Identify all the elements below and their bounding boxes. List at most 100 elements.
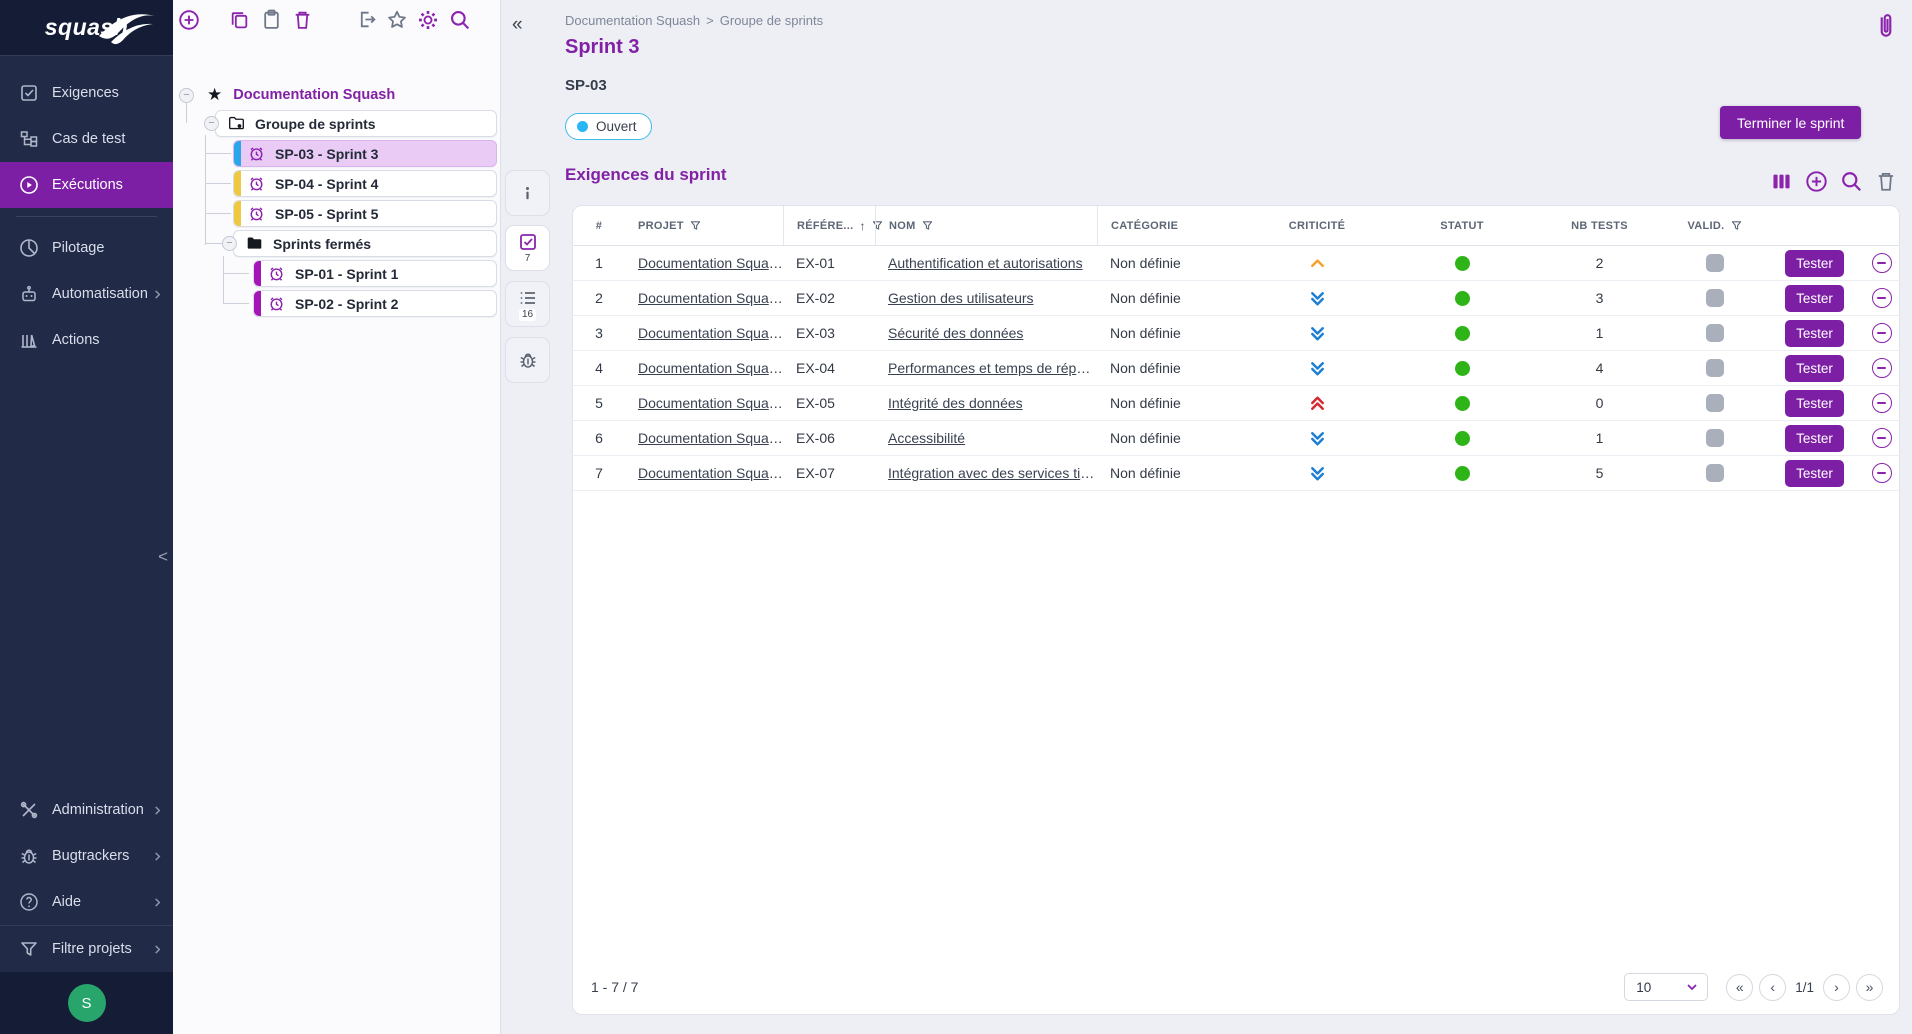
sidebar-item-bugtrackers[interactable]: Bugtrackers bbox=[0, 833, 173, 879]
sidebar-item-automatisation[interactable]: Automatisation bbox=[0, 271, 173, 317]
avatar[interactable]: S bbox=[68, 984, 106, 1022]
add-button[interactable] bbox=[178, 9, 202, 33]
sidebar-item-pilotage[interactable]: Pilotage bbox=[0, 225, 173, 271]
column-header-nom[interactable]: NOM bbox=[875, 206, 1097, 245]
tree-item-sprints-ferm-s[interactable]: Sprints fermés bbox=[233, 230, 497, 257]
remove-row-icon[interactable] bbox=[1872, 393, 1892, 413]
copy-button[interactable] bbox=[229, 9, 253, 33]
tree-item-groupe-de-sprints[interactable]: Groupe de sprints bbox=[215, 110, 497, 137]
tester-button[interactable]: Tester bbox=[1785, 285, 1844, 312]
project-link[interactable]: Documentation Squash bbox=[638, 395, 783, 411]
column-header-catgorie[interactable]: CATÉGORIE bbox=[1097, 206, 1247, 245]
sidebar-item-exigences[interactable]: Exigences bbox=[0, 70, 173, 116]
tester-button[interactable]: Tester bbox=[1785, 320, 1844, 347]
anchor-requirements-check-button[interactable]: 7 bbox=[505, 225, 550, 271]
requirement-link[interactable]: Accessibilité bbox=[888, 430, 965, 446]
settings-button[interactable] bbox=[417, 9, 441, 33]
filter-icon[interactable] bbox=[690, 220, 701, 231]
anchor-bug-button[interactable] bbox=[505, 337, 550, 383]
column-header-rfre[interactable]: RÉFÉRE...↑ bbox=[783, 206, 875, 245]
delete-button[interactable] bbox=[292, 9, 316, 33]
tree-item-sp-01-sprint-1[interactable]: SP-01 - Sprint 1 bbox=[253, 260, 497, 287]
requirement-link[interactable]: Sécurité des données bbox=[888, 325, 1023, 341]
finish-sprint-button[interactable]: Terminer le sprint bbox=[1720, 106, 1861, 139]
sidebar-item-administration[interactable]: Administration bbox=[0, 787, 173, 833]
favorite-button[interactable] bbox=[386, 9, 410, 33]
tree-item-sp-04-sprint-4[interactable]: SP-04 - Sprint 4 bbox=[233, 170, 497, 197]
column-header-statut[interactable]: STATUT bbox=[1387, 206, 1537, 245]
project-link[interactable]: Documentation Squash bbox=[638, 255, 783, 271]
tester-button[interactable]: Tester bbox=[1785, 460, 1844, 487]
tester-button[interactable]: Tester bbox=[1785, 425, 1844, 452]
column-header-#[interactable]: # bbox=[573, 206, 625, 245]
filter-icon[interactable] bbox=[922, 220, 933, 231]
project-link[interactable]: Documentation Squash bbox=[638, 430, 783, 446]
sort-asc-icon[interactable]: ↑ bbox=[860, 219, 866, 233]
filter-icon[interactable] bbox=[1731, 220, 1742, 231]
project-link[interactable]: Documentation Squash bbox=[638, 290, 783, 306]
breadcrumb-group[interactable]: Groupe de sprints bbox=[720, 13, 823, 28]
collapse-node-icon[interactable]: − bbox=[204, 116, 219, 131]
requirement-link[interactable]: Authentification et autorisations bbox=[888, 255, 1083, 271]
column-header-valid[interactable]: VALID. bbox=[1662, 206, 1767, 245]
anchor-list-button[interactable]: 16 bbox=[505, 281, 550, 327]
validation-badge[interactable] bbox=[1706, 324, 1724, 342]
tester-button[interactable]: Tester bbox=[1785, 250, 1844, 277]
status-chip[interactable]: Ouvert bbox=[565, 113, 652, 140]
sidebar-item-aide[interactable]: Aide bbox=[0, 879, 173, 925]
validation-badge[interactable] bbox=[1706, 429, 1724, 447]
add-requirement-icon[interactable] bbox=[1805, 170, 1828, 193]
delete-table-icon[interactable] bbox=[1875, 170, 1898, 193]
collapse-panel-icon[interactable]: « bbox=[512, 14, 523, 36]
attachment-icon[interactable] bbox=[1874, 11, 1898, 41]
validation-badge[interactable] bbox=[1706, 359, 1724, 377]
tree-item-sp-03-sprint-3[interactable]: SP-03 - Sprint 3 bbox=[233, 140, 497, 167]
tree-item-sp-05-sprint-5[interactable]: SP-05 - Sprint 5 bbox=[233, 200, 497, 227]
prev-page-button[interactable]: ‹ bbox=[1759, 974, 1786, 1001]
breadcrumb-project[interactable]: Documentation Squash bbox=[565, 13, 700, 28]
last-page-button[interactable]: » bbox=[1856, 974, 1883, 1001]
first-page-button[interactable]: « bbox=[1726, 974, 1753, 1001]
export-button[interactable] bbox=[356, 9, 380, 33]
search-tree-button[interactable] bbox=[449, 9, 473, 33]
remove-row-icon[interactable] bbox=[1872, 253, 1892, 273]
collapse-root-icon[interactable]: − bbox=[179, 88, 194, 103]
sidebar-collapse-icon[interactable]: < bbox=[158, 548, 168, 565]
tester-button[interactable]: Tester bbox=[1785, 390, 1844, 417]
validation-badge[interactable] bbox=[1706, 254, 1724, 272]
remove-row-icon[interactable] bbox=[1872, 463, 1892, 483]
tree-root-label[interactable]: Documentation Squash bbox=[233, 87, 395, 103]
column-header-criticit[interactable]: CRITICITÉ bbox=[1247, 206, 1387, 245]
page-size-select[interactable]: 10 bbox=[1624, 973, 1708, 1001]
sidebar-item-cas-de-test[interactable]: Cas de test bbox=[0, 116, 173, 162]
requirement-link[interactable]: Gestion des utilisateurs bbox=[888, 290, 1034, 306]
sidebar-item-actions[interactable]: Actions bbox=[0, 317, 173, 363]
sidebar-item-ex-cutions[interactable]: Exécutions bbox=[0, 162, 173, 208]
anchor-info-button[interactable] bbox=[505, 170, 550, 216]
project-link[interactable]: Documentation Squash bbox=[638, 325, 783, 341]
requirement-link[interactable]: Intégrité des données bbox=[888, 395, 1023, 411]
sidebar-item-filtre-projets[interactable]: Filtre projets bbox=[0, 926, 173, 972]
tester-button[interactable]: Tester bbox=[1785, 355, 1844, 382]
project-link[interactable]: Documentation Squash bbox=[638, 465, 783, 481]
validation-badge[interactable] bbox=[1706, 289, 1724, 307]
remove-row-icon[interactable] bbox=[1872, 288, 1892, 308]
column-header-projet[interactable]: PROJET bbox=[625, 206, 783, 245]
column-header-nbtests[interactable]: NB TESTS bbox=[1537, 206, 1662, 245]
columns-icon[interactable] bbox=[1770, 170, 1793, 193]
remove-row-icon[interactable] bbox=[1872, 358, 1892, 378]
tree-root-project[interactable]: − ★ Documentation Squash bbox=[173, 83, 395, 107]
validation-badge[interactable] bbox=[1706, 394, 1724, 412]
search-table-icon[interactable] bbox=[1840, 170, 1863, 193]
requirement-link[interactable]: Intégration avec des services tiers bbox=[888, 465, 1097, 481]
tree-item-sp-02-sprint-2[interactable]: SP-02 - Sprint 2 bbox=[253, 290, 497, 317]
requirement-link[interactable]: Performances et temps de réponse bbox=[888, 360, 1097, 376]
app-logo[interactable]: squash bbox=[0, 0, 173, 56]
paste-button[interactable] bbox=[261, 9, 285, 33]
collapse-node-icon[interactable]: − bbox=[222, 236, 237, 251]
validation-badge[interactable] bbox=[1706, 464, 1724, 482]
remove-row-icon[interactable] bbox=[1872, 428, 1892, 448]
remove-row-icon[interactable] bbox=[1872, 323, 1892, 343]
next-page-button[interactable]: › bbox=[1823, 974, 1850, 1001]
project-link[interactable]: Documentation Squash bbox=[638, 360, 783, 376]
